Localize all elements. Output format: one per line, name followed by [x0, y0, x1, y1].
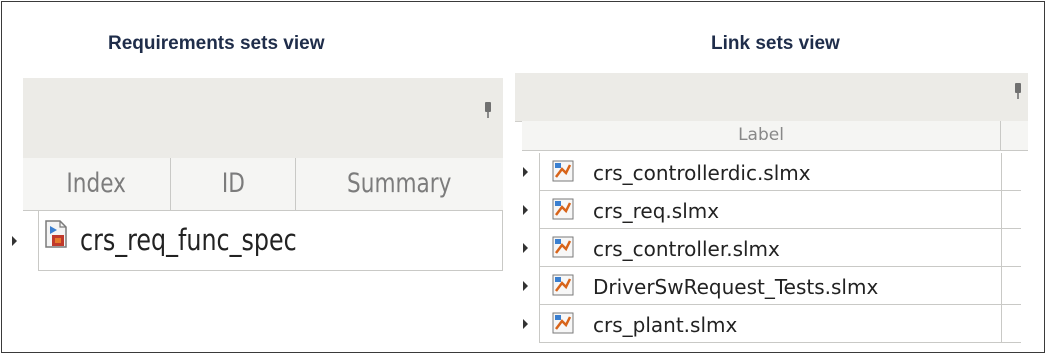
- expand-arrow-icon[interactable]: [523, 205, 528, 215]
- expand-arrow-icon[interactable]: [12, 236, 17, 246]
- expand-arrow-icon[interactable]: [523, 281, 528, 291]
- expand-arrow-icon[interactable]: [523, 167, 528, 177]
- link-set-file-icon: [552, 160, 574, 182]
- column-header-index[interactable]: Index: [23, 158, 171, 210]
- link-set-file-icon: [552, 236, 574, 258]
- link-set-label: crs_controller.slmx: [593, 237, 780, 261]
- link-set-row[interactable]: crs_controllerdic.slmx: [523, 153, 1021, 191]
- requirements-toolbar: [23, 78, 503, 159]
- link-sets-toolbar: [515, 73, 1028, 122]
- link-set-row[interactable]: crs_req.slmx: [523, 191, 1021, 229]
- requirements-view-caption: Requirements sets view: [108, 33, 325, 54]
- requirement-set-file-icon: [45, 220, 67, 248]
- pin-icon[interactable]: [485, 102, 491, 118]
- column-header-label[interactable]: Label: [522, 121, 1001, 150]
- requirements-sets-panel: Index ID Summary crs_req_func_spec: [12, 78, 503, 354]
- requirement-set-label: crs_req_func_spec: [80, 223, 297, 257]
- link-set-file-icon: [552, 312, 574, 334]
- link-sets-column-header: Label: [522, 121, 1028, 151]
- link-set-row[interactable]: crs_plant.slmx: [523, 305, 1021, 343]
- pin-icon[interactable]: [1015, 83, 1021, 99]
- link-set-label: DriverSwRequest_Tests.slmx: [593, 275, 879, 299]
- link-set-row[interactable]: crs_controller.slmx: [523, 229, 1021, 267]
- link-set-label: crs_req.slmx: [593, 199, 720, 223]
- link-set-file-icon: [552, 198, 574, 220]
- link-set-label: crs_controllerdic.slmx: [593, 161, 811, 185]
- link-set-file-icon: [552, 274, 574, 296]
- expand-arrow-icon[interactable]: [523, 319, 528, 329]
- column-header-id[interactable]: ID: [171, 158, 296, 210]
- link-set-label: crs_plant.slmx: [593, 313, 738, 337]
- requirements-column-header: Index ID Summary: [23, 158, 503, 211]
- link-view-caption: Link sets view: [711, 33, 840, 54]
- column-header-summary[interactable]: Summary: [296, 158, 503, 210]
- link-set-row[interactable]: DriverSwRequest_Tests.slmx: [523, 267, 1021, 305]
- expand-arrow-icon[interactable]: [523, 243, 528, 253]
- link-sets-panel: Label crs_controllerdic.slmx crs_req.slm…: [515, 73, 1028, 354]
